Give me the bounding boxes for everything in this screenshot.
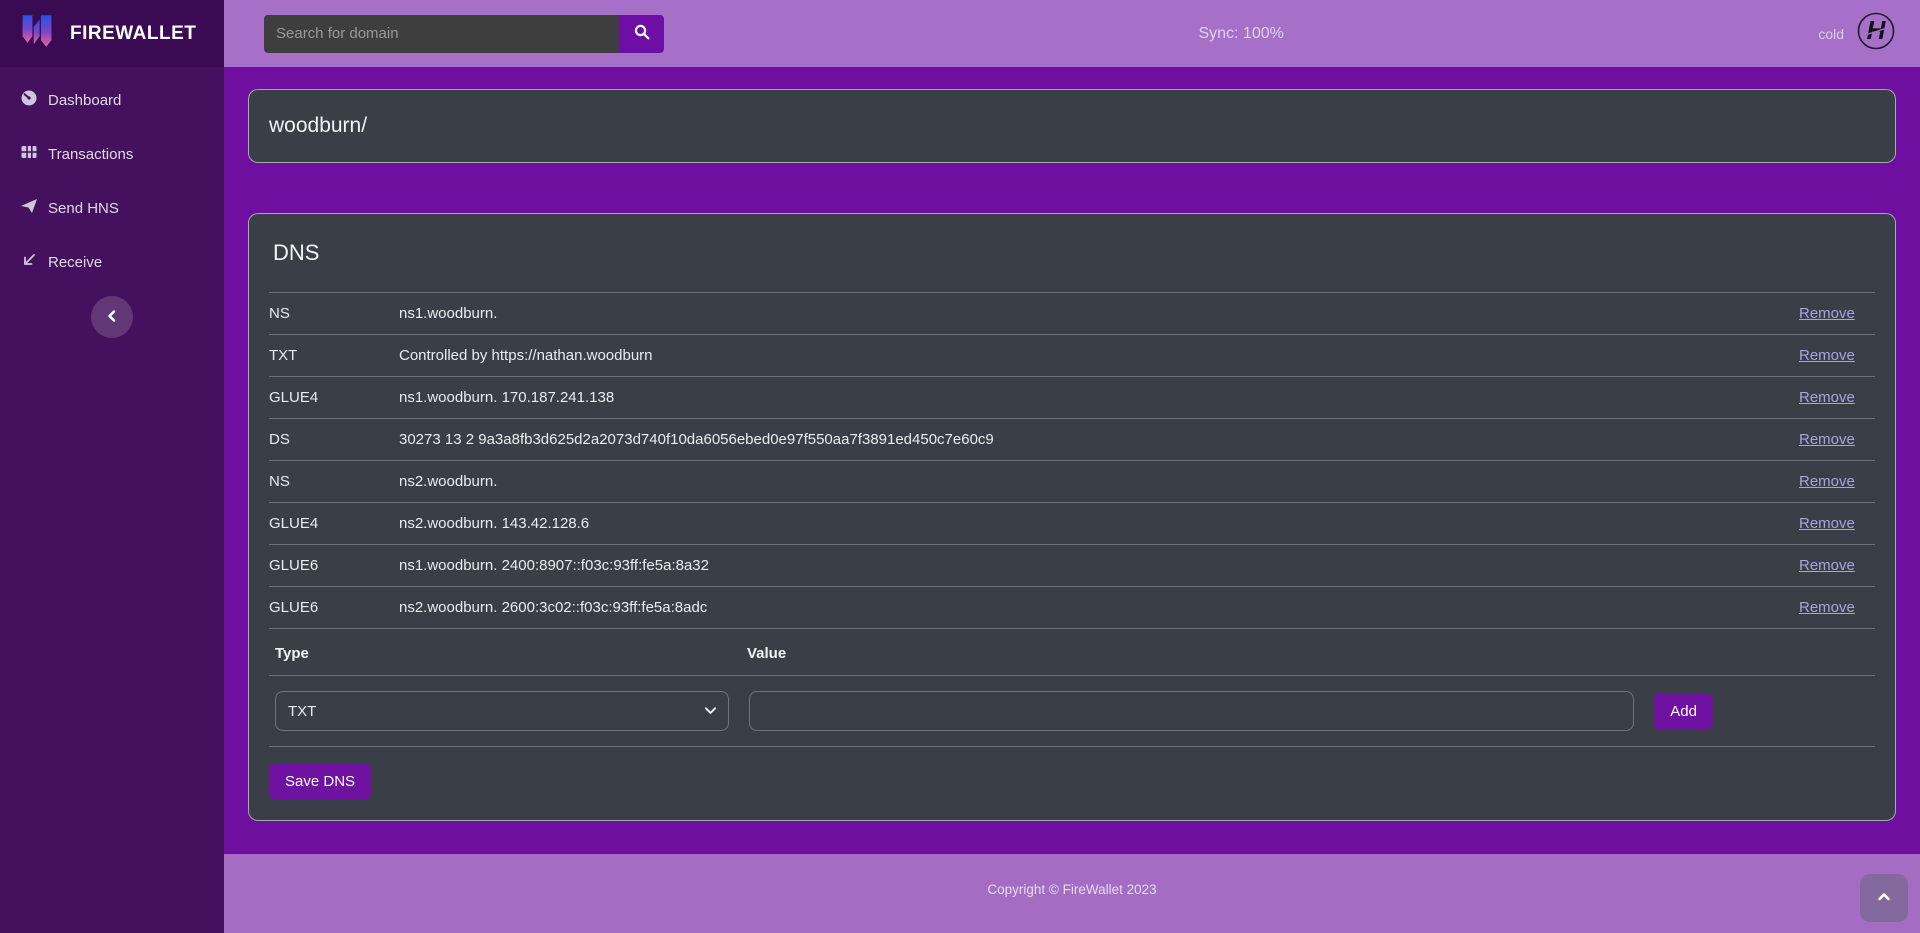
copyright-text: Copyright © FireWallet 2023 [224, 854, 1920, 897]
add-record-form: TXT Add [269, 676, 1875, 747]
table-row: GLUE6 ns1.woodburn. 2400:8907::f03c:93ff… [269, 545, 1875, 587]
send-icon [20, 197, 38, 219]
brand-name: FIREWALLET [70, 23, 196, 45]
record-value: 30273 13 2 9a3a8fb3d625d2a2073d740f10da6… [399, 419, 1799, 461]
record-value-input[interactable] [749, 691, 1634, 731]
table-row: DS 30273 13 2 9a3a8fb3d625d2a2073d740f10… [269, 419, 1875, 461]
firewallet-logo-icon [16, 10, 58, 57]
dns-card: DNS NS ns1.woodburn. Remove TXT Controll… [248, 213, 1896, 821]
remove-link[interactable]: Remove [1799, 389, 1855, 406]
search-button[interactable] [619, 15, 664, 53]
chevron-left-icon [106, 310, 118, 325]
record-value: ns1.woodburn. 170.187.241.138 [399, 377, 1799, 419]
dashboard-icon [20, 89, 38, 111]
record-type-select[interactable]: TXT [275, 691, 729, 731]
record-type: NS [269, 461, 399, 503]
handshake-logo-icon[interactable]: H [1856, 11, 1896, 56]
search-icon [634, 24, 650, 43]
dns-section-title: DNS [269, 234, 1875, 292]
sidebar: Dashboard Transactions Send HNS Rec [0, 67, 224, 933]
record-type: GLUE4 [269, 377, 399, 419]
wallet-name: cold [1818, 26, 1844, 42]
sidebar-item-label: Dashboard [48, 92, 121, 109]
record-value: ns2.woodburn. 143.42.128.6 [399, 503, 1799, 545]
sidebar-item-label: Receive [48, 254, 102, 271]
record-value: ns1.woodburn. [399, 293, 1799, 335]
svg-text:H: H [1867, 15, 1887, 45]
top-header: FIREWALLET Sync: 100% cold H [0, 0, 1920, 67]
sync-status: Sync: 100% [664, 25, 1818, 43]
page-title: woodburn/ [269, 114, 367, 138]
record-type: GLUE6 [269, 587, 399, 629]
receive-icon [20, 251, 38, 273]
scroll-to-top-button[interactable] [1860, 874, 1908, 922]
chevron-up-icon [1877, 890, 1891, 907]
main-content: woodburn/ DNS NS ns1.woodburn. Remove TX… [224, 67, 1920, 854]
domain-search [264, 15, 664, 53]
record-value: ns1.woodburn. 2400:8907::f03c:93ff:fe5a:… [399, 545, 1799, 587]
remove-link[interactable]: Remove [1799, 347, 1855, 364]
sidebar-item-send-hns[interactable]: Send HNS [0, 193, 224, 223]
remove-link[interactable]: Remove [1799, 305, 1855, 322]
table-row: TXT Controlled by https://nathan.woodbur… [269, 335, 1875, 377]
record-type-select-wrap: TXT [275, 691, 729, 731]
record-type: GLUE6 [269, 545, 399, 587]
sidebar-item-label: Send HNS [48, 200, 119, 217]
record-value: ns2.woodburn. 2600:3c02::f03c:93ff:fe5a:… [399, 587, 1799, 629]
record-type: NS [269, 293, 399, 335]
record-value: ns2.woodburn. [399, 461, 1799, 503]
sidebar-item-receive[interactable]: Receive [0, 247, 224, 277]
add-record-button[interactable]: Add [1654, 693, 1713, 730]
sidebar-item-transactions[interactable]: Transactions [0, 139, 224, 169]
sidebar-item-label: Transactions [48, 146, 133, 163]
transactions-icon [20, 143, 38, 165]
brand-area[interactable]: FIREWALLET [0, 0, 224, 67]
search-input[interactable] [264, 15, 619, 53]
dns-records-table: NS ns1.woodburn. Remove TXT Controlled b… [269, 292, 1875, 629]
remove-link[interactable]: Remove [1799, 557, 1855, 574]
remove-link[interactable]: Remove [1799, 473, 1855, 490]
value-column-header: Value [747, 645, 1875, 662]
record-type: GLUE4 [269, 503, 399, 545]
table-row: GLUE6 ns2.woodburn. 2600:3c02::f03c:93ff… [269, 587, 1875, 629]
add-record-header: Type Value [269, 629, 1875, 676]
table-row: NS ns1.woodburn. Remove [269, 293, 1875, 335]
remove-link[interactable]: Remove [1799, 431, 1855, 448]
table-row: GLUE4 ns1.woodburn. 170.187.241.138 Remo… [269, 377, 1875, 419]
sidebar-item-dashboard[interactable]: Dashboard [0, 85, 224, 115]
table-row: GLUE4 ns2.woodburn. 143.42.128.6 Remove [269, 503, 1875, 545]
header-bar: Sync: 100% cold H [224, 0, 1920, 67]
save-dns-button[interactable]: Save DNS [269, 763, 371, 800]
record-type: DS [269, 419, 399, 461]
record-type: TXT [269, 335, 399, 377]
wallet-selector[interactable]: cold H [1818, 11, 1896, 56]
domain-card: woodburn/ [248, 89, 1896, 163]
footer: Copyright © FireWallet 2023 [224, 854, 1920, 933]
sidebar-collapse-button[interactable] [91, 296, 133, 338]
remove-link[interactable]: Remove [1799, 515, 1855, 532]
remove-link[interactable]: Remove [1799, 599, 1855, 616]
type-column-header: Type [275, 645, 747, 662]
record-value: Controlled by https://nathan.woodburn [399, 335, 1799, 377]
table-row: NS ns2.woodburn. Remove [269, 461, 1875, 503]
